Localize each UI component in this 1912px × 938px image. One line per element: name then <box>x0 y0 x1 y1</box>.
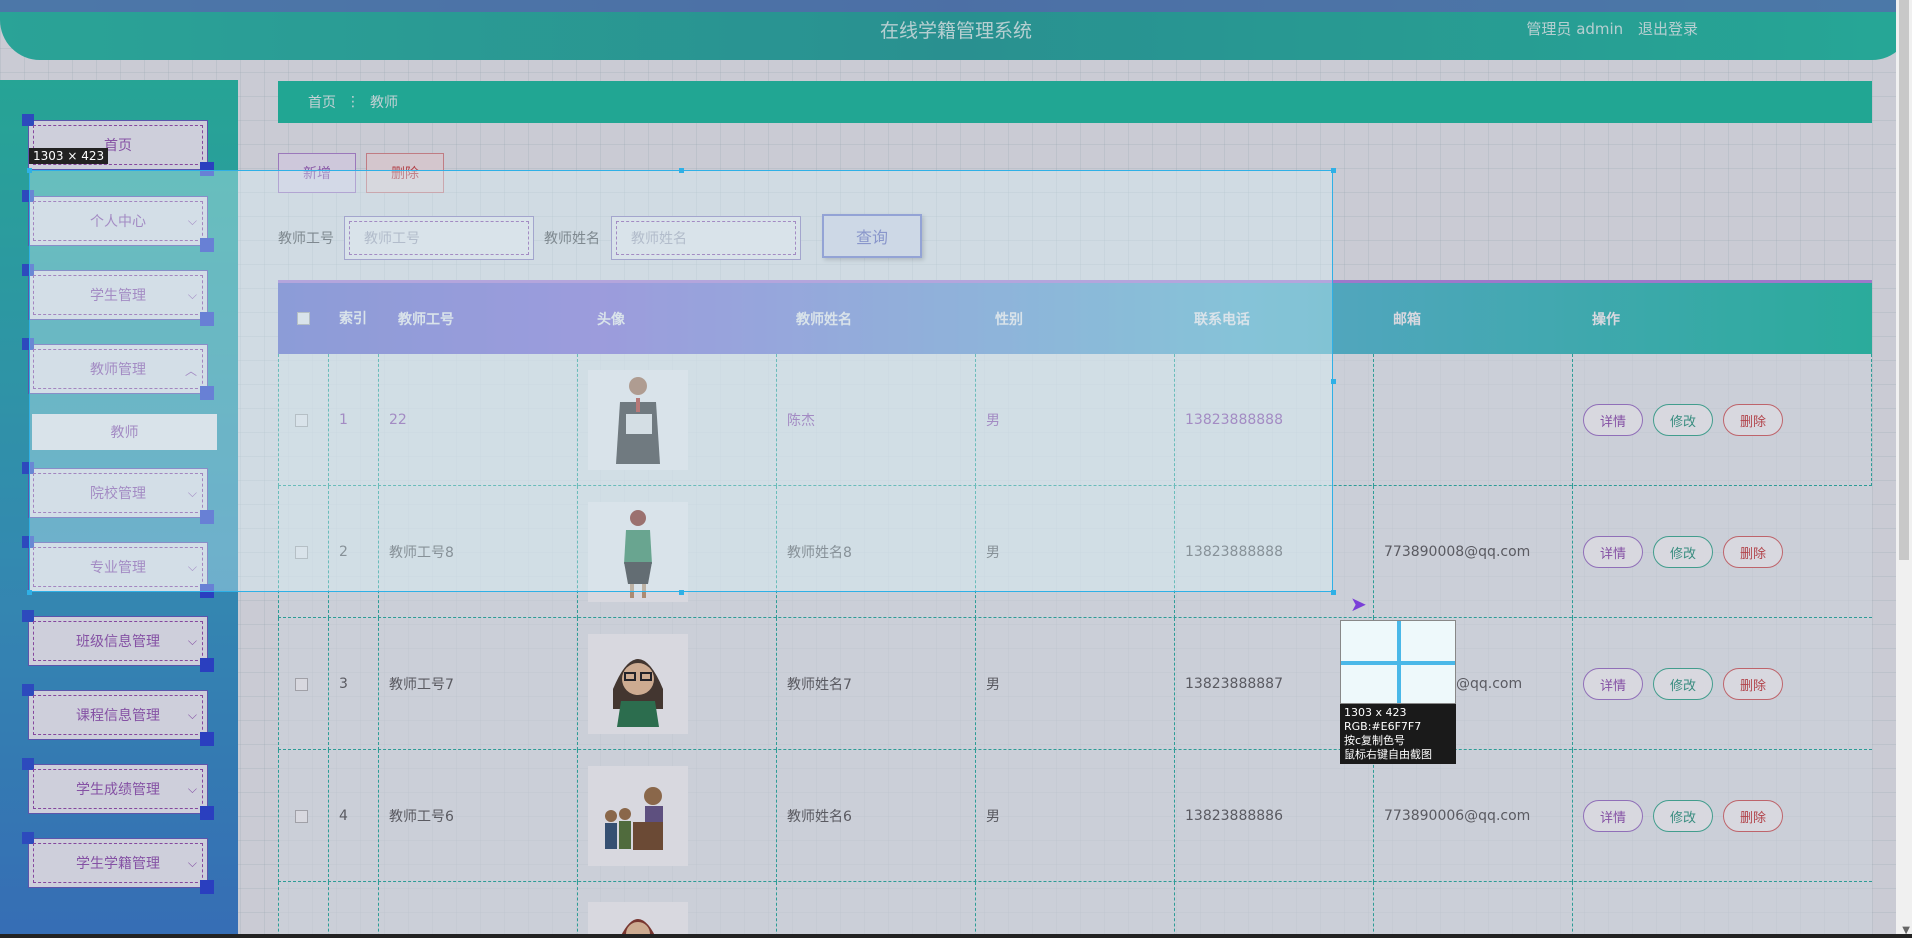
selection-handle[interactable] <box>679 590 684 595</box>
bottom-edge <box>0 934 1912 938</box>
table-row-partial <box>278 882 1872 938</box>
info-copy-hint: 按c复制色号 <box>1344 734 1406 747</box>
scrollbar-thumb[interactable] <box>1899 0 1909 560</box>
sidebar-item-classes[interactable]: 班级信息管理 ⌵ <box>22 610 214 672</box>
crosshair-vertical <box>1397 621 1401 703</box>
user-name: 管理员 admin <box>1526 20 1624 38</box>
chevron-down-icon: ⌵ <box>187 782 197 796</box>
cell-email: 773890008@qq.com <box>1373 486 1572 618</box>
table-row: 3 教师工号7 教师姓名7 男 13823888887 @qq.com 详情 修… <box>278 618 1872 750</box>
column-header-email: 邮箱 <box>1393 311 1421 328</box>
delete-row-button[interactable]: 删除 <box>1723 800 1783 832</box>
cell-index: 3 <box>328 618 378 750</box>
cell-gender: 男 <box>975 750 1174 882</box>
breadcrumb-current: 教师 <box>370 95 398 111</box>
sidebar-item-label: 学生学籍管理 <box>33 843 203 883</box>
cell-actions: 详情 修改 删除 <box>1572 354 1872 486</box>
table-row: 4 教师工号6 教师姓名6 男 13823888886 773890006@qq… <box>278 750 1872 882</box>
selection-size-label: 1303 × 423 <box>29 148 109 164</box>
edit-button[interactable]: 修改 <box>1653 800 1713 832</box>
column-header-actions: 操作 <box>1592 311 1620 328</box>
cell-phone: 13823888886 <box>1174 750 1373 882</box>
sidebar-item-grades[interactable]: 学生成绩管理 ⌵ <box>22 758 214 820</box>
corner-decoration <box>200 658 214 672</box>
corner-decoration <box>200 806 214 820</box>
cell-id: 教师工号7 <box>378 618 577 750</box>
corner-decoration <box>200 880 214 894</box>
cell-index: 4 <box>328 750 378 882</box>
sidebar-item-label: 班级信息管理 <box>33 621 203 661</box>
cell-id: 教师工号6 <box>378 750 577 882</box>
info-rgb: RGB:#E6F7F7 <box>1344 720 1422 733</box>
cell-actions <box>1572 882 1872 938</box>
cell-name: 教师姓名6 <box>776 750 975 882</box>
selection-handle[interactable] <box>27 168 32 173</box>
screenshot-top-edge <box>0 0 1912 12</box>
avatar <box>588 766 688 866</box>
detail-button[interactable]: 详情 <box>1583 668 1643 700</box>
corner-decoration <box>200 732 214 746</box>
delete-row-button[interactable]: 删除 <box>1723 404 1783 436</box>
info-capture-hint: 鼠标右键自由截图 <box>1344 748 1432 761</box>
edit-button[interactable]: 修改 <box>1653 536 1713 568</box>
breadcrumb-home[interactable]: 首页 <box>308 92 336 112</box>
edit-button[interactable]: 修改 <box>1653 404 1713 436</box>
logout-link[interactable]: 退出登录 <box>1638 20 1698 38</box>
cell-actions: 详情 修改 删除 <box>1572 486 1872 618</box>
sidebar-item-status[interactable]: 学生学籍管理 ⌵ <box>22 832 214 894</box>
detail-button[interactable]: 详情 <box>1583 404 1643 436</box>
detail-button[interactable]: 详情 <box>1583 536 1643 568</box>
cell-gender: 男 <box>975 618 1174 750</box>
info-size: 1303 x 423 <box>1344 706 1407 719</box>
cell-phone <box>1174 882 1373 938</box>
sidebar-item-label: 学生成绩管理 <box>33 769 203 809</box>
breadcrumb: 首页 ⋮ 教师 <box>278 81 1872 123</box>
delete-row-button[interactable]: 删除 <box>1723 668 1783 700</box>
detail-button[interactable]: 详情 <box>1583 800 1643 832</box>
vertical-scrollbar[interactable]: ▼ <box>1896 0 1912 938</box>
cell-name <box>776 882 975 938</box>
screenshot-info-panel: 1303 x 423 RGB:#E6F7F7 按c复制色号 鼠标右键自由截图 <box>1340 704 1456 764</box>
cell-avatar <box>577 750 776 882</box>
selection-handle[interactable] <box>1331 168 1336 173</box>
selection-handle[interactable] <box>679 168 684 173</box>
mouse-cursor-icon: ➤ <box>1350 592 1367 616</box>
cell-gender <box>975 882 1174 938</box>
row-checkbox <box>278 882 328 938</box>
chevron-down-icon: ⌵ <box>187 708 197 722</box>
screenshot-selection-box[interactable] <box>29 170 1333 592</box>
breadcrumb-separator: ⋮ <box>346 94 360 110</box>
avatar <box>588 902 688 938</box>
selection-handle[interactable] <box>27 590 32 595</box>
cell-avatar <box>577 618 776 750</box>
avatar <box>588 634 688 734</box>
delete-row-button[interactable]: 删除 <box>1723 536 1783 568</box>
cell-name: 教师姓名7 <box>776 618 975 750</box>
edit-button[interactable]: 修改 <box>1653 668 1713 700</box>
cell-index <box>328 882 378 938</box>
cell-id <box>378 882 577 938</box>
chevron-down-icon: ⌵ <box>187 856 197 870</box>
cell-email <box>1373 882 1572 938</box>
selection-handle[interactable] <box>1331 590 1336 595</box>
screenshot-magnifier <box>1340 620 1456 704</box>
row-checkbox[interactable] <box>278 750 328 882</box>
cell-email: 773890006@qq.com <box>1373 750 1572 882</box>
user-area: 管理员 admin 退出登录 <box>1516 18 1698 39</box>
sidebar-item-courses[interactable]: 课程信息管理 ⌵ <box>22 684 214 746</box>
cell-actions: 详情 修改 删除 <box>1572 618 1872 750</box>
cell-avatar <box>577 882 776 938</box>
cell-email <box>1373 354 1572 486</box>
chevron-down-icon: ⌵ <box>187 634 197 648</box>
selection-handle[interactable] <box>1331 379 1336 384</box>
sidebar-item-label: 课程信息管理 <box>33 695 203 735</box>
cell-actions: 详情 修改 删除 <box>1572 750 1872 882</box>
row-checkbox[interactable] <box>278 618 328 750</box>
